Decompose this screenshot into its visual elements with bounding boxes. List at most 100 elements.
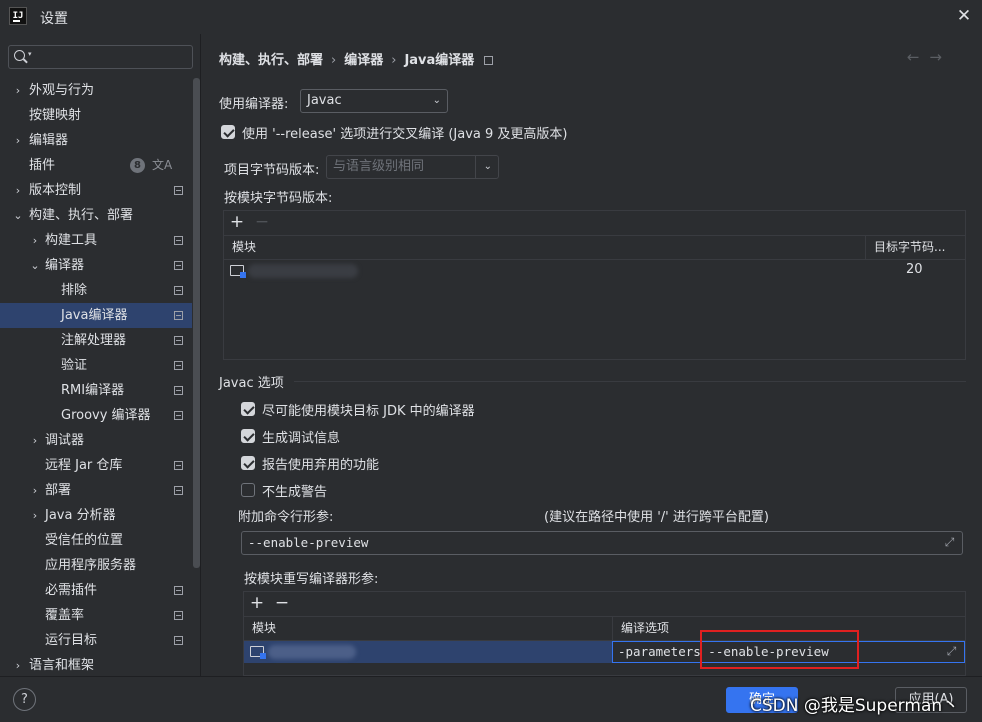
use-compiler-label: 使用编译器: [219, 97, 289, 112]
sidebar-item-vcs[interactable]: › 版本控制 [0, 178, 192, 203]
sidebar-item-excludes[interactable]: 排除 [0, 278, 192, 303]
debug-info-checkbox[interactable] [241, 429, 255, 443]
report-deprecated-label: 报告使用弃用的功能 [262, 458, 380, 473]
breadcrumb-item[interactable]: 编译器 [344, 53, 383, 68]
sidebar-item-required-plugins[interactable]: 必需插件 [0, 578, 192, 603]
no-warnings-label: 不生成警告 [262, 485, 328, 500]
release-option-label: 使用 '--release' 选项进行交叉编译 (Java 9 及更高版本) [242, 127, 568, 142]
sidebar-item-run-targets[interactable]: 运行目标 [0, 628, 192, 653]
sidebar-item-deployment[interactable]: › 部署 [0, 478, 192, 503]
sidebar-item-validation[interactable]: 验证 [0, 353, 192, 378]
expand-icon[interactable]: ⤢ [943, 536, 956, 549]
remove-icon[interactable]: − [252, 212, 272, 232]
chevron-right-icon[interactable]: › [29, 428, 41, 453]
sidebar-item-plugins[interactable]: 插件 8 文A [0, 153, 192, 178]
add-icon[interactable]: + [227, 212, 247, 232]
chevron-right-icon[interactable]: › [12, 653, 24, 678]
search-box[interactable]: ▾ [8, 45, 193, 69]
chevron-right-icon[interactable]: › [12, 78, 24, 103]
extra-params-value: --enable-preview [248, 535, 369, 550]
highlight-annotation [700, 630, 859, 669]
use-module-jdk-checkbox[interactable] [241, 402, 255, 416]
column-module[interactable]: 模块 [244, 617, 276, 640]
expand-icon[interactable]: ⤢ [945, 645, 958, 658]
sidebar-item-label: Java编译器 [61, 308, 128, 323]
sidebar-item-trusted-locations[interactable]: 受信任的位置 [0, 528, 192, 553]
chevron-right-icon[interactable]: › [29, 503, 41, 528]
sidebar-item-annotation-processors[interactable]: 注解处理器 [0, 328, 192, 353]
settings-page-icon [174, 336, 183, 345]
settings-page-icon [174, 586, 183, 595]
combo-divider [475, 156, 476, 178]
compiler-select[interactable]: Javac ⌄ [300, 89, 448, 113]
sidebar-item-app-servers[interactable]: 应用程序服务器 [0, 553, 192, 578]
column-compile-options[interactable]: 编译选项 [613, 617, 669, 640]
extra-params-label: 附加命令行形参: [238, 510, 334, 525]
table-row[interactable]: 20 [224, 260, 965, 282]
sidebar-item-rmi-compiler[interactable]: RMI编译器 [0, 378, 192, 403]
module-bytecode-table: + − 模块 目标字节码... 20 [223, 210, 966, 360]
sidebar-item-java-profiler[interactable]: › Java 分析器 [0, 503, 192, 528]
forward-arrow-icon[interactable]: → [929, 48, 952, 66]
sidebar-item-appearance[interactable]: › 外观与行为 [0, 78, 192, 103]
sidebar-item-languages-frameworks[interactable]: › 语言和框架 [0, 653, 192, 678]
breadcrumb-separator: › [391, 53, 397, 68]
history-nav: ←→ [907, 48, 952, 66]
sidebar-item-label: 运行目标 [45, 633, 98, 648]
sidebar-item-editor[interactable]: › 编辑器 [0, 128, 192, 153]
module-name-redacted [248, 264, 358, 278]
add-icon[interactable]: + [247, 593, 267, 613]
settings-page-icon [174, 486, 183, 495]
close-icon[interactable]: ✕ [954, 6, 974, 26]
settings-tree: › 外观与行为 按键映射 › 编辑器 插件 8 文A › 版本控制 ⌄ 构建、执… [0, 78, 192, 678]
debug-info-label: 生成调试信息 [262, 431, 341, 446]
javac-section-title: Javac 选项 [219, 376, 284, 391]
settings-sidebar: ▾ › 外观与行为 按键映射 › 编辑器 插件 8 文A › 版本控制 ⌄ 构建… [0, 34, 201, 676]
chevron-down-icon[interactable]: ⌄ [12, 203, 24, 228]
report-deprecated-checkbox[interactable] [241, 456, 255, 470]
bytecode-version-select[interactable]: 与语言级别相同 ⌄ [326, 155, 499, 179]
search-input[interactable] [37, 48, 187, 66]
remove-icon[interactable]: − [272, 593, 292, 613]
sidebar-item-groovy-compiler[interactable]: Groovy 编译器 [0, 403, 192, 428]
sidebar-item-coverage[interactable]: 覆盖率 [0, 603, 192, 628]
no-warnings-checkbox[interactable] [241, 483, 255, 497]
release-option-checkbox[interactable] [221, 125, 235, 139]
help-button[interactable]: ? [13, 688, 36, 711]
sidebar-item-java-compiler[interactable]: Java编译器 [0, 303, 192, 328]
sidebar-item-build-tools[interactable]: › 构建工具 [0, 228, 192, 253]
settings-page-icon [174, 611, 183, 620]
chevron-right-icon[interactable]: › [12, 128, 24, 153]
csdn-watermark: CSDN @我是Superman丶 [750, 696, 960, 716]
settings-content: 构建、执行、部署 › 编译器 › Java编译器 ←→ 使用编译器: Javac ⌄ 使… [202, 34, 982, 676]
sidebar-item-debugger[interactable]: › 调试器 [0, 428, 192, 453]
extra-params-input[interactable]: --enable-preview ⤢ [241, 531, 963, 555]
back-arrow-icon[interactable]: ← [907, 48, 930, 66]
sidebar-item-label: 构建、执行、部署 [29, 208, 134, 223]
column-module[interactable]: 模块 [224, 236, 256, 259]
chevron-down-icon[interactable]: ⌄ [29, 253, 41, 278]
chevron-right-icon[interactable]: › [29, 228, 41, 253]
chevron-right-icon[interactable]: › [12, 178, 24, 203]
sidebar-scrollbar[interactable] [193, 78, 200, 568]
sidebar-item-keymap[interactable]: 按键映射 [0, 103, 192, 128]
breadcrumb-item[interactable]: 构建、执行、部署 [219, 53, 323, 68]
sidebar-item-compiler[interactable]: ⌄ 编译器 [0, 253, 192, 278]
module-name-redacted [268, 645, 356, 659]
chevron-down-icon: ⌄ [483, 161, 492, 172]
sidebar-item-remote-jar-repos[interactable]: 远程 Jar 仓库 [0, 453, 192, 478]
intellij-logo-icon: IJ [9, 7, 27, 25]
sidebar-item-build-exec-deploy[interactable]: ⌄ 构建、执行、部署 [0, 203, 192, 228]
chevron-right-icon[interactable]: › [29, 478, 41, 503]
target-bytecode-cell[interactable]: 20 [906, 262, 923, 277]
sidebar-item-label: 验证 [61, 358, 88, 373]
sidebar-item-label: 排除 [61, 283, 88, 298]
search-history-chevron-icon[interactable]: ▾ [28, 50, 32, 58]
window-title: 设置 [40, 11, 68, 27]
settings-page-icon [174, 311, 183, 320]
search-icon [14, 50, 25, 61]
module-folder-icon [230, 265, 246, 278]
table-toolbar: + − [244, 592, 965, 616]
sidebar-item-label: Java 分析器 [45, 508, 116, 523]
column-target-bytecode[interactable]: 目标字节码... [866, 236, 945, 259]
